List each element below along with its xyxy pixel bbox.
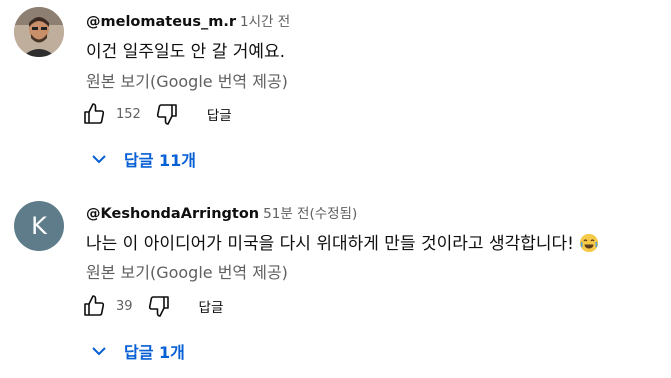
author-name[interactable]: @melomateus_m.r xyxy=(86,14,236,30)
author-name[interactable]: @KeshondaArrington xyxy=(86,206,259,222)
thumbs-up-icon[interactable] xyxy=(82,102,106,126)
comment-actions: 152 답글 xyxy=(82,101,232,127)
view-original-link[interactable]: 원본 보기(Google 번역 제공) xyxy=(86,259,288,283)
avatar[interactable] xyxy=(14,7,64,57)
comment: K @KeshondaArrington 51분 전(수정됨) 나는 이 아이디어… xyxy=(0,195,671,378)
avatar[interactable]: K xyxy=(14,201,64,251)
chevron-down-icon xyxy=(90,342,108,360)
comment-text-body: 나는 이 아이디어가 미국을 다시 위대하게 만들 것이라고 생각합니다! xyxy=(86,234,574,254)
chevron-down-icon xyxy=(90,150,108,168)
timestamp[interactable]: 51분 전(수정됨) xyxy=(263,206,357,222)
replies-count-label: 답글 11개 xyxy=(124,151,196,170)
view-replies-button[interactable]: 답글 1개 xyxy=(90,339,185,363)
view-original-link[interactable]: 원본 보기(Google 번역 제공) xyxy=(86,68,288,92)
like-count: 152 xyxy=(116,106,141,122)
comment: @melomateus_m.r 1시간 전 이건 일주일도 안 갈 거예요. 원본… xyxy=(0,0,671,185)
avatar-letter: K xyxy=(31,212,47,240)
reply-button[interactable]: 답글 xyxy=(207,104,232,124)
replies-count-label: 답글 1개 xyxy=(124,343,185,362)
view-replies-button[interactable]: 답글 11개 xyxy=(90,147,196,171)
comment-text: 나는 이 아이디어가 미국을 다시 위대하게 만들 것이라고 생각합니다! xyxy=(86,229,598,254)
laughing-with-tears-emoji-icon xyxy=(579,234,598,252)
comment-header: @KeshondaArrington 51분 전(수정됨) xyxy=(86,202,357,222)
like-count: 39 xyxy=(116,298,133,314)
thumbs-down-icon[interactable] xyxy=(155,102,179,126)
comment-header: @melomateus_m.r 1시간 전 xyxy=(86,10,290,30)
thumbs-up-icon[interactable] xyxy=(82,294,106,318)
comment-actions: 39 답글 xyxy=(82,293,223,319)
comment-text: 이건 일주일도 안 갈 거예요. xyxy=(86,42,286,62)
timestamp[interactable]: 1시간 전 xyxy=(240,14,290,30)
reply-button[interactable]: 답글 xyxy=(199,296,224,316)
thumbs-down-icon[interactable] xyxy=(147,294,171,318)
